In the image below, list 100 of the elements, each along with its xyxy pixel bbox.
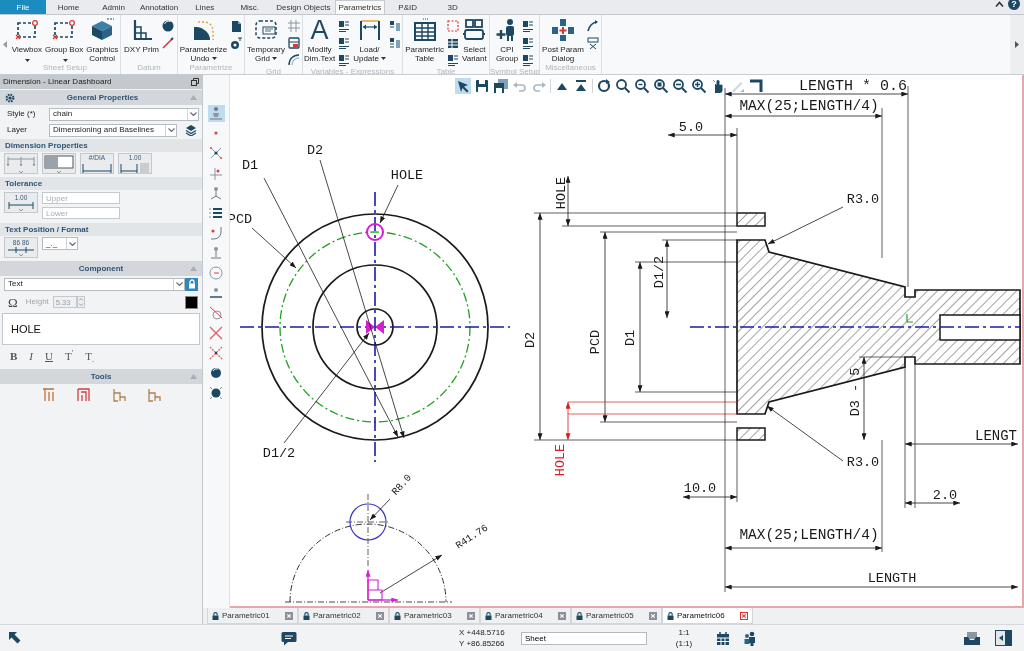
format-dropdown[interactable]: _._ [42,237,78,250]
close-icon[interactable] [649,611,657,620]
inbox-icon[interactable] [963,630,981,646]
help-button[interactable]: ? [1008,0,1020,10]
save-all-icon[interactable] [493,78,509,94]
save-icon[interactable] [474,78,490,94]
ball-rays-icon[interactable] [207,385,225,402]
blocks-icon[interactable] [387,19,402,33]
text-style-icon[interactable] [521,19,535,33]
small-table-icon[interactable] [445,36,460,50]
close-icon[interactable] [467,611,475,620]
gear-icon[interactable] [5,92,15,103]
curve-arrow-icon[interactable] [585,19,600,33]
panel-toggle-icon[interactable] [995,630,1012,646]
calendar-grid-icon[interactable] [716,630,730,646]
tangent-icon[interactable] [207,305,225,322]
people-icon[interactable] [743,630,757,646]
ribbon-tab[interactable]: P&ID [385,0,431,14]
ribbon-tab[interactable]: Lines [182,0,228,14]
ribbon-button[interactable]: Load/ Update [352,18,387,67]
zoom-icon[interactable] [615,78,631,94]
ribbon-button[interactable]: Viewbox [10,18,43,63]
sheet-tab[interactable]: Parametric02 [298,608,389,624]
close-icon[interactable] [285,611,293,620]
text-field[interactable]: HOLE [2,313,200,345]
format-button[interactable]: I [23,350,39,363]
window-icon[interactable] [286,36,301,50]
ribbon-tab[interactable]: Misc. [227,0,273,14]
sheet-tab[interactable]: Parametric01 [207,608,298,624]
component-type-dropdown[interactable]: Text [4,277,185,291]
tolerance-field[interactable]: Upper [42,192,120,204]
restore-icon[interactable] [191,78,199,86]
layer-dropdown[interactable]: Dimensioning and Baselines [49,123,177,137]
format-button[interactable]: U [39,350,59,363]
scroll-right-icon[interactable] [1015,41,1019,48]
blocks-icon[interactable] [387,36,402,50]
ribbon-button[interactable]: Temporary Grid [246,18,286,67]
ribbon-button[interactable]: Parameterize Undo [178,18,229,63]
ribbon-tab[interactable]: Admin [91,0,136,14]
style-dropdown[interactable]: chain [49,107,199,121]
ribbon-button[interactable]: DXY Prim [123,18,160,63]
ribbon-tab[interactable]: Design Objects [272,0,335,14]
tolerance-field[interactable]: Lower [42,207,120,219]
ribbon-button[interactable]: Group Box [43,18,85,63]
text-style-icon[interactable] [445,53,460,67]
format-button[interactable]: T$_{.}$ [79,350,100,363]
crossed-nodes-icon[interactable] [207,145,225,162]
close-icon[interactable] [376,611,384,620]
sheet-tab[interactable]: Parametric06 [662,608,753,624]
sheet-field[interactable]: Sheet [521,631,647,645]
ribbon-tab[interactable]: Parametrics [334,0,386,14]
text-style-icon[interactable] [337,19,352,33]
hand-icon[interactable] [710,78,726,94]
text-style-icon[interactable] [521,53,535,67]
symbol-button[interactable]: Ω [4,295,22,309]
layers-icon[interactable] [185,124,197,136]
zoom-out-icon[interactable] [634,78,650,94]
pencil-icon[interactable] [161,36,175,50]
sheet-tab[interactable]: Parametric03 [389,608,480,624]
document-icon[interactable] [229,19,244,33]
figure-icon[interactable] [207,105,225,122]
collapse-icon[interactable] [995,1,1004,7]
step-tool-icon[interactable] [110,387,127,403]
text-style-icon[interactable] [337,53,352,67]
pointer-arrow-icon[interactable] [8,631,22,645]
zoom-in-icon[interactable] [691,78,707,94]
ribbon-button[interactable]: A Modify Dim.Text [303,18,337,67]
color-swatch[interactable] [185,295,198,309]
frame-cross-icon[interactable] [585,36,600,50]
select-arrow-icon[interactable] [455,78,471,94]
close-icon[interactable] [740,611,748,620]
ribbon-button[interactable]: Select Variant [460,18,488,67]
step-tool-icon[interactable] [145,387,162,403]
sphere-icon[interactable] [161,19,175,33]
sheet-tab[interactable]: Parametric04 [480,608,571,624]
ribbon-button[interactable]: CPI Group [494,18,520,67]
sheet-tab[interactable]: Parametric05 [571,608,662,624]
ribbon-button[interactable]: Graphics Control [85,18,120,63]
ribbon-tab[interactable]: 3D [430,0,476,14]
chat-icon[interactable] [281,630,297,646]
corner-icon[interactable] [748,78,764,94]
dimension-property-button[interactable] [42,153,76,174]
lock-button[interactable] [185,277,198,291]
ribbon-tab[interactable]: Annotation [136,0,183,14]
close-icon[interactable] [558,611,566,620]
curve-icon[interactable] [286,53,301,67]
ring-icon[interactable] [229,36,244,50]
ribbon-button[interactable]: Post Param Dialog [541,18,585,63]
rotate-icon[interactable] [596,78,612,94]
zoom-out-icon[interactable] [672,78,688,94]
text-style-icon[interactable] [337,36,352,50]
ribbon-tab[interactable]: Home [46,0,91,14]
zoom-window-icon[interactable] [653,78,669,94]
top-triangle-icon[interactable] [573,78,589,94]
format-button[interactable]: B [4,350,24,363]
format-button[interactable]: T$^{'}$ [58,350,80,363]
scroll-left-icon[interactable] [3,41,7,48]
cross-icon[interactable] [207,325,225,342]
bracket-tool-icon[interactable] [75,387,92,403]
ribbon-tab[interactable]: File [0,0,46,14]
